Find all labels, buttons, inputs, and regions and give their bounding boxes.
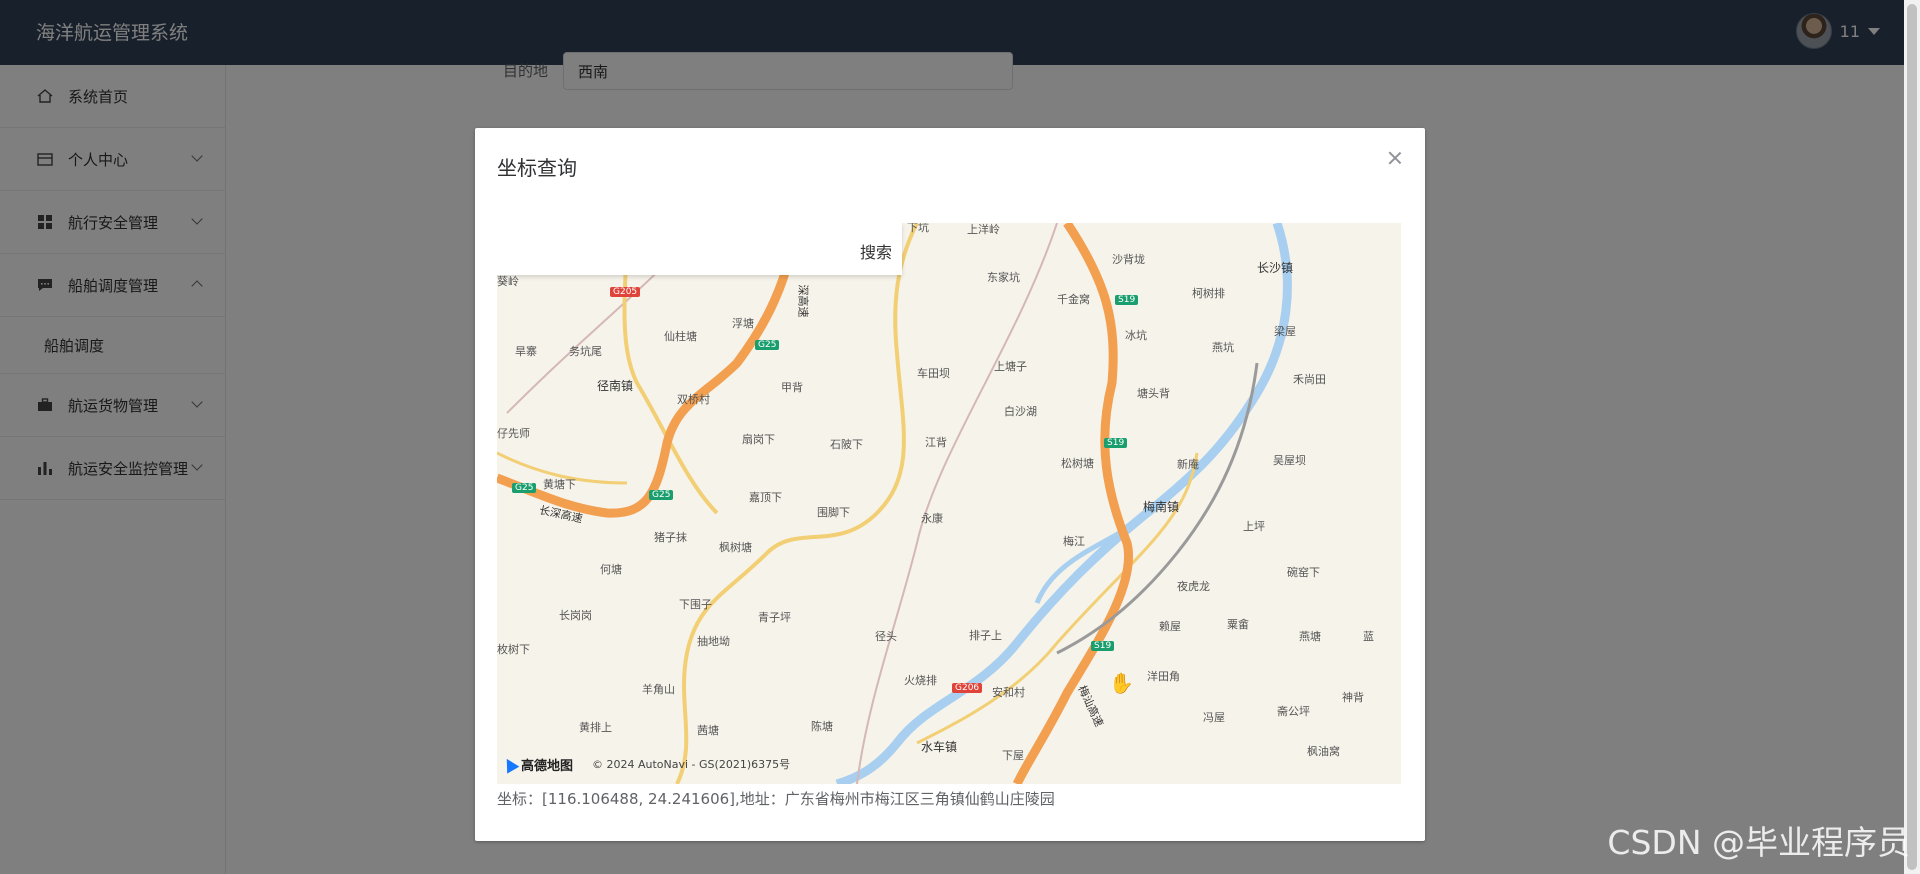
map-label: 围脚下 [817, 506, 850, 519]
map-label: 安和村 [992, 686, 1025, 699]
map-label: 嘉顶下 [749, 491, 782, 504]
map-label: 上塘子 [994, 360, 1027, 373]
map-label: 下坑 [907, 223, 929, 234]
map-label: 青子坪 [758, 611, 791, 624]
map-label: 梁屋 [1274, 325, 1296, 338]
map-label: 江背 [925, 436, 947, 449]
map-view[interactable]: 搜索 上洋岭 东家坑 沙背垅 柯树排 长沙镇 千金窝 冰坑 燕坑 梁屋 旱寨 务… [497, 223, 1401, 784]
map-label: 神背 [1342, 691, 1364, 704]
map-label: 永康 [921, 512, 943, 525]
coordinate-query-dialog: 坐标查询 搜索 上洋岭 东家坑 沙背垅 柯树排 长沙镇 千金窝 冰坑 燕坑 梁屋… [475, 128, 1425, 841]
map-label: 长沙镇 [1257, 261, 1294, 275]
close-icon[interactable] [1387, 150, 1403, 166]
amap-logo-text: 高德地图 [521, 759, 574, 774]
map-label: 浮塘 [732, 317, 754, 330]
map-label: 冰坑 [1125, 329, 1147, 342]
map-label: 赖屋 [1159, 620, 1181, 633]
road-badge: G25 [512, 483, 537, 493]
map-label: 羊角山 [642, 683, 675, 696]
road-badge: S19 [1115, 295, 1139, 305]
map-label: 黄排上 [579, 721, 612, 734]
map-label: 枫油窝 [1307, 745, 1340, 758]
map-label: 甲背 [781, 381, 803, 394]
map-label: 夜虎龙 [1177, 580, 1210, 593]
map-label: 梅江 [1063, 535, 1085, 548]
map-label: 火烧排 [904, 674, 937, 687]
map-label: 洋田角 [1147, 670, 1180, 683]
map-label: 燕塘 [1299, 630, 1321, 643]
map-label: 吴屋坝 [1273, 454, 1306, 467]
map-label: 径南镇 [597, 379, 634, 393]
map-label: 深高速 [796, 284, 810, 318]
map-label: 黄塘下 [543, 478, 576, 491]
map-label: 蓝 [1363, 630, 1374, 643]
dialog-title: 坐标查询 [497, 156, 577, 180]
map-label: 葵岭 [497, 275, 519, 288]
map-label: 双桥村 [677, 393, 710, 406]
road-badge: G205 [610, 287, 641, 297]
navigation-arrow-icon [500, 755, 520, 774]
page-scrollbar[interactable] [1904, 0, 1920, 874]
map-label: 猪子抹 [654, 531, 687, 544]
map-label: 禾尚田 [1293, 373, 1326, 386]
amap-logo: 高德地图 [500, 755, 574, 774]
map-label: 粟畲 [1227, 618, 1249, 631]
map-label: 碗窑下 [1287, 566, 1320, 579]
map-label: 陈塘 [811, 720, 833, 733]
map-label: 茜塘 [697, 724, 719, 737]
map-label: 抽地坳 [697, 635, 730, 648]
map-label: 燕坑 [1212, 341, 1234, 354]
map-label: 东家坑 [987, 271, 1020, 284]
search-button[interactable]: 搜索 [860, 239, 892, 263]
map-search-box[interactable]: 搜索 [497, 223, 902, 275]
map-label: 务坑尾 [569, 345, 602, 358]
coordinate-result: 坐标：[116.106488, 24.241606],地址：广东省梅州市梅江区三… [497, 790, 1055, 808]
map-label: 松树塘 [1061, 457, 1094, 470]
map-copyright: © 2024 AutoNavi - GS(2021)6375号 [592, 758, 791, 771]
road-badge: G206 [952, 683, 983, 693]
map-base-drawing [497, 223, 1292, 784]
map-label: 车田坝 [917, 367, 950, 380]
map-label: 冯屋 [1203, 711, 1225, 724]
map-label: 石陂下 [830, 438, 863, 451]
map-label: 上坪 [1243, 520, 1265, 533]
drag-hand-icon: ✋ [1109, 671, 1134, 695]
map-label: 长岗岗 [559, 609, 592, 622]
road-badge: S19 [1104, 438, 1128, 448]
map-label: 扇岗下 [742, 433, 775, 446]
map-label: 仙柱塘 [664, 330, 697, 343]
map-label: 枫树塘 [719, 541, 752, 554]
map-label: 梅南镇 [1143, 500, 1180, 514]
watermark: CSDN @毕业程序员 [1607, 823, 1910, 862]
map-label: 斋公坪 [1277, 705, 1310, 718]
map-label: 水车镇 [921, 740, 958, 754]
road-badge: G25 [649, 490, 674, 500]
map-label: 下屋 [1002, 749, 1024, 762]
map-label: 上洋岭 [967, 223, 1000, 236]
map-label: 排子上 [969, 629, 1002, 642]
map-label: 千金窝 [1057, 293, 1090, 306]
road-badge: G25 [755, 340, 780, 350]
map-label: 枚树下 [497, 643, 530, 656]
map-label: 旱寨 [515, 345, 537, 358]
map-label: 白沙湖 [1004, 405, 1037, 418]
map-label: 柯树排 [1192, 287, 1225, 300]
map-label: 沙背垅 [1112, 253, 1145, 266]
map-label: 新庵 [1177, 458, 1199, 471]
map-label: 径头 [875, 630, 897, 643]
map-label: 何塘 [600, 563, 622, 576]
road-badge: S19 [1091, 641, 1115, 651]
scrollbar-thumb[interactable] [1907, 4, 1917, 870]
map-label: 仔先师 [497, 427, 530, 440]
map-label: 下围子 [679, 598, 712, 611]
map-label: 塘头背 [1137, 387, 1170, 400]
